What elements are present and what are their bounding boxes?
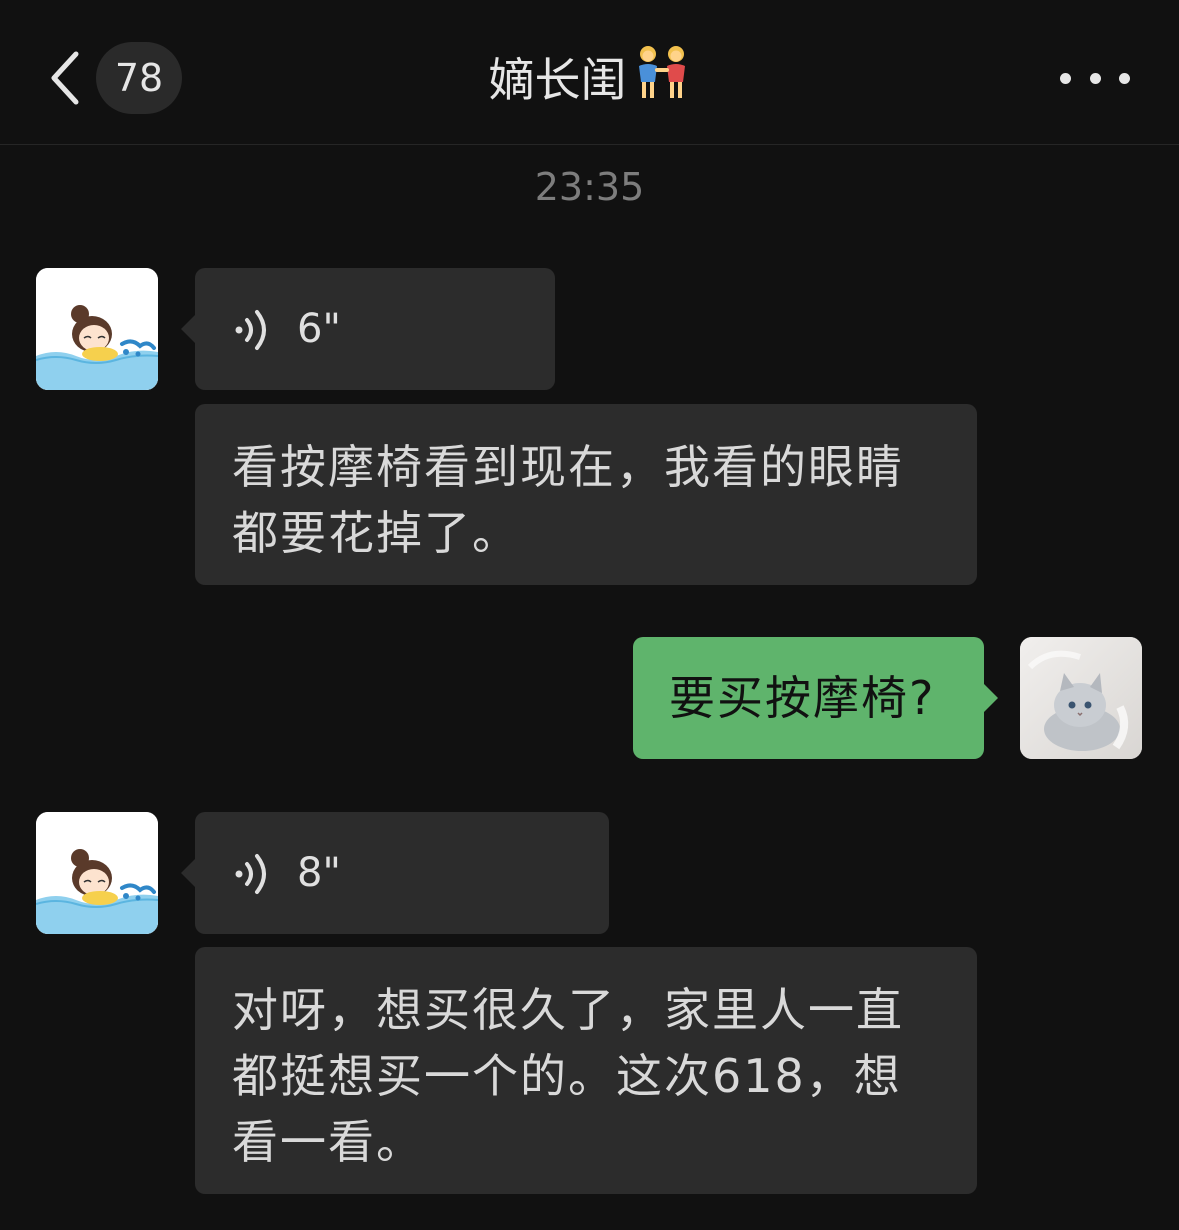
- kitten-avatar-image: [1020, 637, 1142, 759]
- more-dots-icon: [1060, 72, 1071, 84]
- voice-duration: 8": [297, 850, 341, 896]
- outgoing-message-bubble[interactable]: 要买按摩椅?: [633, 637, 984, 759]
- voice-message-bubble[interactable]: 6": [195, 268, 555, 390]
- chat-title: 嫡长闺: [0, 40, 1179, 120]
- contact-avatar[interactable]: [36, 268, 158, 390]
- more-options-button[interactable]: [1060, 60, 1130, 96]
- contact-avatar[interactable]: [36, 812, 158, 934]
- chat-title-text: 嫡长闺: [488, 53, 627, 107]
- message-timestamp: 23:35: [534, 165, 645, 209]
- two-women-holding-hands-emoji: [633, 42, 691, 126]
- chat-header: 78 嫡长闺: [0, 0, 1179, 145]
- voice-wave-icon: [235, 854, 266, 894]
- voice-duration: 6": [297, 306, 341, 352]
- message-text: 看按摩椅看到现在，我看的眼睛都要花掉了。: [232, 440, 904, 560]
- message-text: 对呀，想买很久了，家里人一直都挺想买一个的。这次618，想看一看。: [232, 983, 904, 1169]
- girl-swimming-avatar-image: [36, 812, 158, 934]
- voice-message-bubble[interactable]: 8": [195, 812, 609, 934]
- girl-swimming-avatar-image: [36, 268, 158, 390]
- message-text: 要买按摩椅?: [669, 671, 936, 725]
- text-message-bubble[interactable]: 看按摩椅看到现在，我看的眼睛都要花掉了。: [195, 404, 977, 585]
- my-avatar[interactable]: [1020, 637, 1142, 759]
- text-message-bubble[interactable]: 对呀，想买很久了，家里人一直都挺想买一个的。这次618，想看一看。: [195, 947, 977, 1194]
- voice-wave-icon: [235, 310, 266, 350]
